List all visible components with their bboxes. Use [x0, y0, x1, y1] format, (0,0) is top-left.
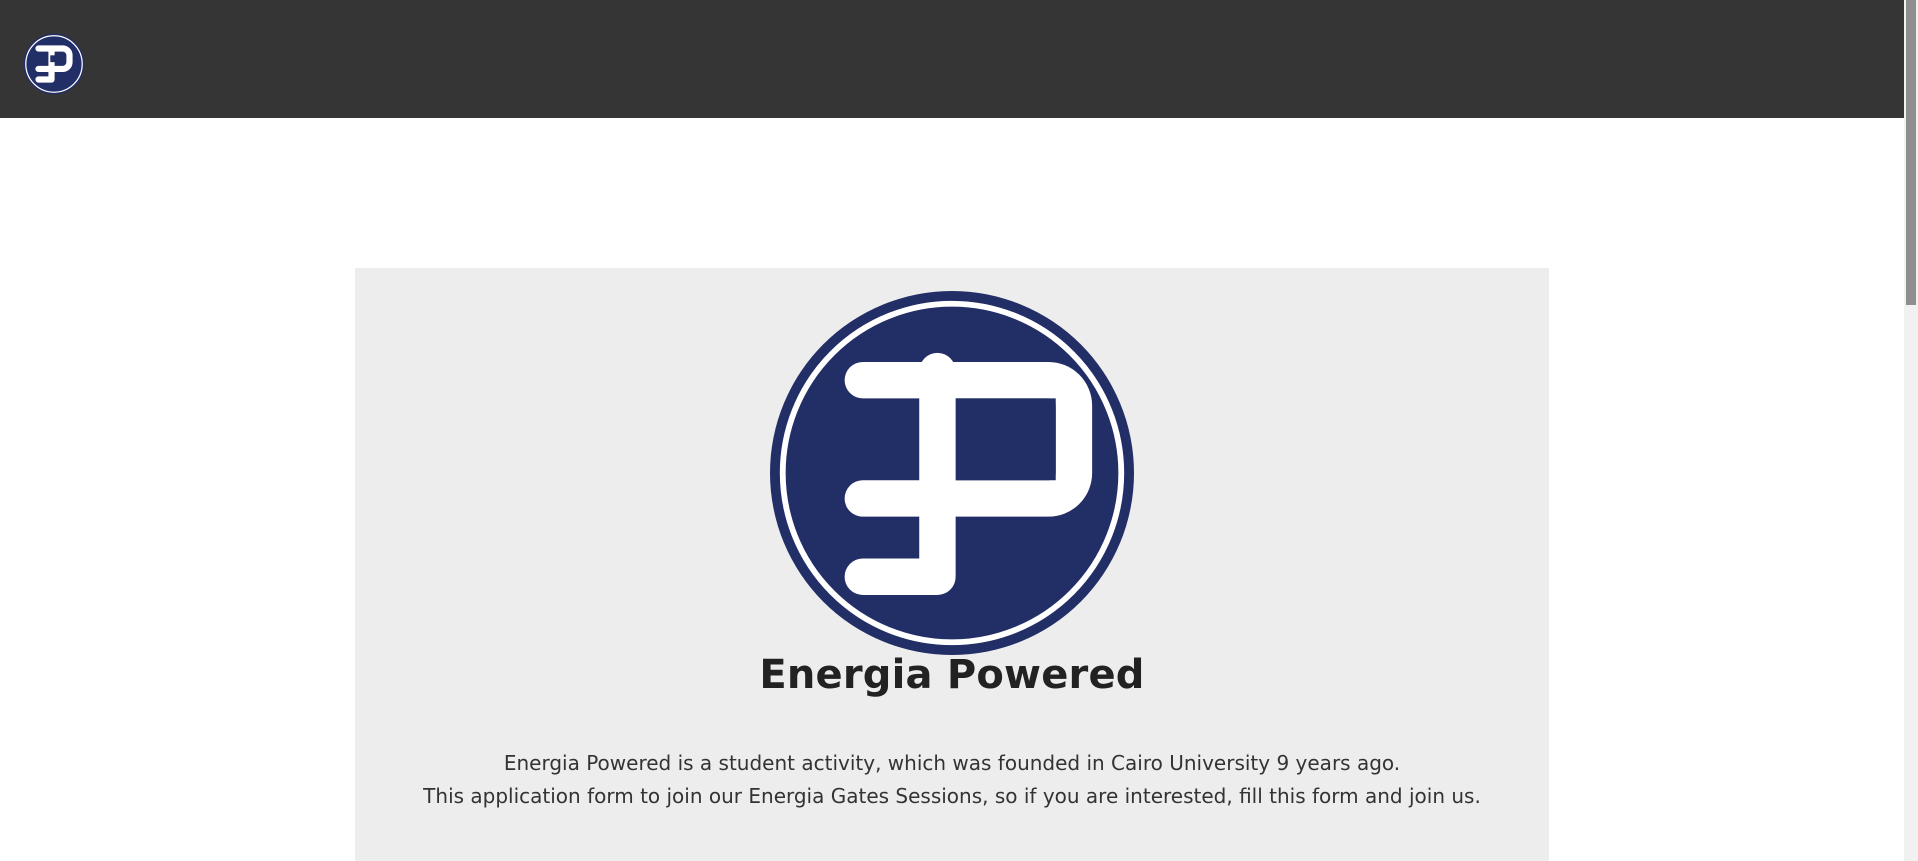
top-navbar: [0, 0, 1904, 118]
energia-powered-logo-image: [770, 291, 1134, 655]
vertical-scrollbar[interactable]: [1904, 0, 1918, 861]
energia-powered-logo-icon: [23, 33, 85, 95]
description: Energia Powered is a student activity, w…: [355, 747, 1549, 813]
nav-logo-link[interactable]: [23, 33, 85, 95]
scrollbar-thumb[interactable]: [1906, 0, 1916, 305]
page-title: Energia Powered: [759, 652, 1145, 698]
description-line: Energia Powered is a student activity, w…: [503, 751, 1401, 775]
hero-card: Energia Powered Energia Powered is a stu…: [355, 268, 1549, 861]
description-line: This application form to join our Energi…: [423, 784, 1481, 808]
page: Energia Powered Energia Powered is a stu…: [0, 0, 1918, 861]
